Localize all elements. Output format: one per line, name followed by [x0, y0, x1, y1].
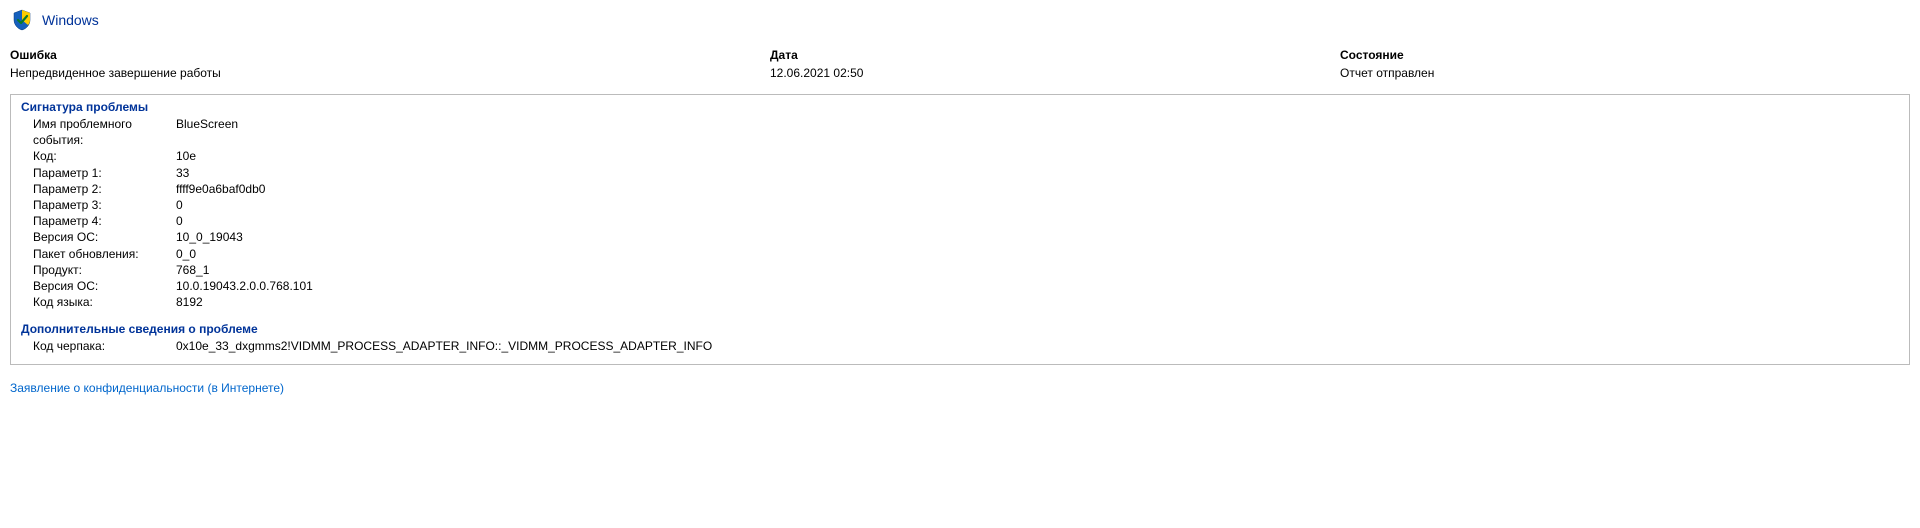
- summary-table: Ошибка Дата Состояние Непредвиденное зав…: [10, 46, 1910, 82]
- privacy-statement-link[interactable]: Заявление о конфиденциальности (в Интерн…: [10, 381, 284, 395]
- detail-row: Параметр 3:0: [21, 197, 1899, 213]
- detail-key: Код:: [21, 148, 176, 164]
- detail-value: 0: [176, 197, 1899, 213]
- detail-row: Код:10e: [21, 148, 1899, 164]
- summary-date-value: 12.06.2021 02:50: [770, 64, 1340, 82]
- detail-row: Версия ОС:10_0_19043: [21, 229, 1899, 245]
- detail-value: BlueScreen: [176, 116, 1899, 148]
- summary-error-value: Непредвиденное завершение работы: [10, 64, 770, 82]
- detail-key: Версия ОС:: [21, 278, 176, 294]
- detail-key: Параметр 4:: [21, 213, 176, 229]
- additional-title: Дополнительные сведения о проблеме: [21, 322, 1899, 336]
- detail-key: Имя проблемного события:: [21, 116, 176, 148]
- detail-key: Параметр 1:: [21, 165, 176, 181]
- app-title: Windows: [42, 12, 99, 28]
- detail-row: Версия ОС:10.0.19043.2.0.0.768.101: [21, 278, 1899, 294]
- detail-value: 10.0.19043.2.0.0.768.101: [176, 278, 1899, 294]
- detail-key: Пакет обновления:: [21, 246, 176, 262]
- detail-key: Версия ОС:: [21, 229, 176, 245]
- detail-row: Пакет обновления:0_0: [21, 246, 1899, 262]
- detail-key: Код черпака:: [21, 338, 176, 354]
- detail-row: Параметр 4:0: [21, 213, 1899, 229]
- detail-value: 10_0_19043: [176, 229, 1899, 245]
- detail-key: Параметр 2:: [21, 181, 176, 197]
- detail-row: Параметр 2:ffff9e0a6baf0db0: [21, 181, 1899, 197]
- summary-date-header: Дата: [770, 46, 1340, 64]
- detail-key: Параметр 3:: [21, 197, 176, 213]
- details-box: Сигнатура проблемы Имя проблемного событ…: [10, 94, 1910, 365]
- detail-value: 10e: [176, 148, 1899, 164]
- detail-key: Код языка:: [21, 294, 176, 310]
- detail-value: 768_1: [176, 262, 1899, 278]
- detail-row: Продукт:768_1: [21, 262, 1899, 278]
- detail-value: 0: [176, 213, 1899, 229]
- detail-value: 0x10e_33_dxgmms2!VIDMM_PROCESS_ADAPTER_I…: [176, 338, 1899, 354]
- summary-status-value: Отчет отправлен: [1340, 64, 1910, 82]
- app-header: Windows: [10, 8, 1910, 32]
- detail-row: Код языка:8192: [21, 294, 1899, 310]
- detail-value: 8192: [176, 294, 1899, 310]
- detail-value: 33: [176, 165, 1899, 181]
- signature-title: Сигнатура проблемы: [21, 100, 1899, 114]
- detail-row: Код черпака:0x10e_33_dxgmms2!VIDMM_PROCE…: [21, 338, 1899, 354]
- detail-value: ffff9e0a6baf0db0: [176, 181, 1899, 197]
- detail-key: Продукт:: [21, 262, 176, 278]
- detail-row: Имя проблемного события:BlueScreen: [21, 116, 1899, 148]
- detail-value: 0_0: [176, 246, 1899, 262]
- summary-error-header: Ошибка: [10, 46, 770, 64]
- detail-row: Параметр 1:33: [21, 165, 1899, 181]
- summary-status-header: Состояние: [1340, 46, 1910, 64]
- windows-shield-icon: [10, 8, 34, 32]
